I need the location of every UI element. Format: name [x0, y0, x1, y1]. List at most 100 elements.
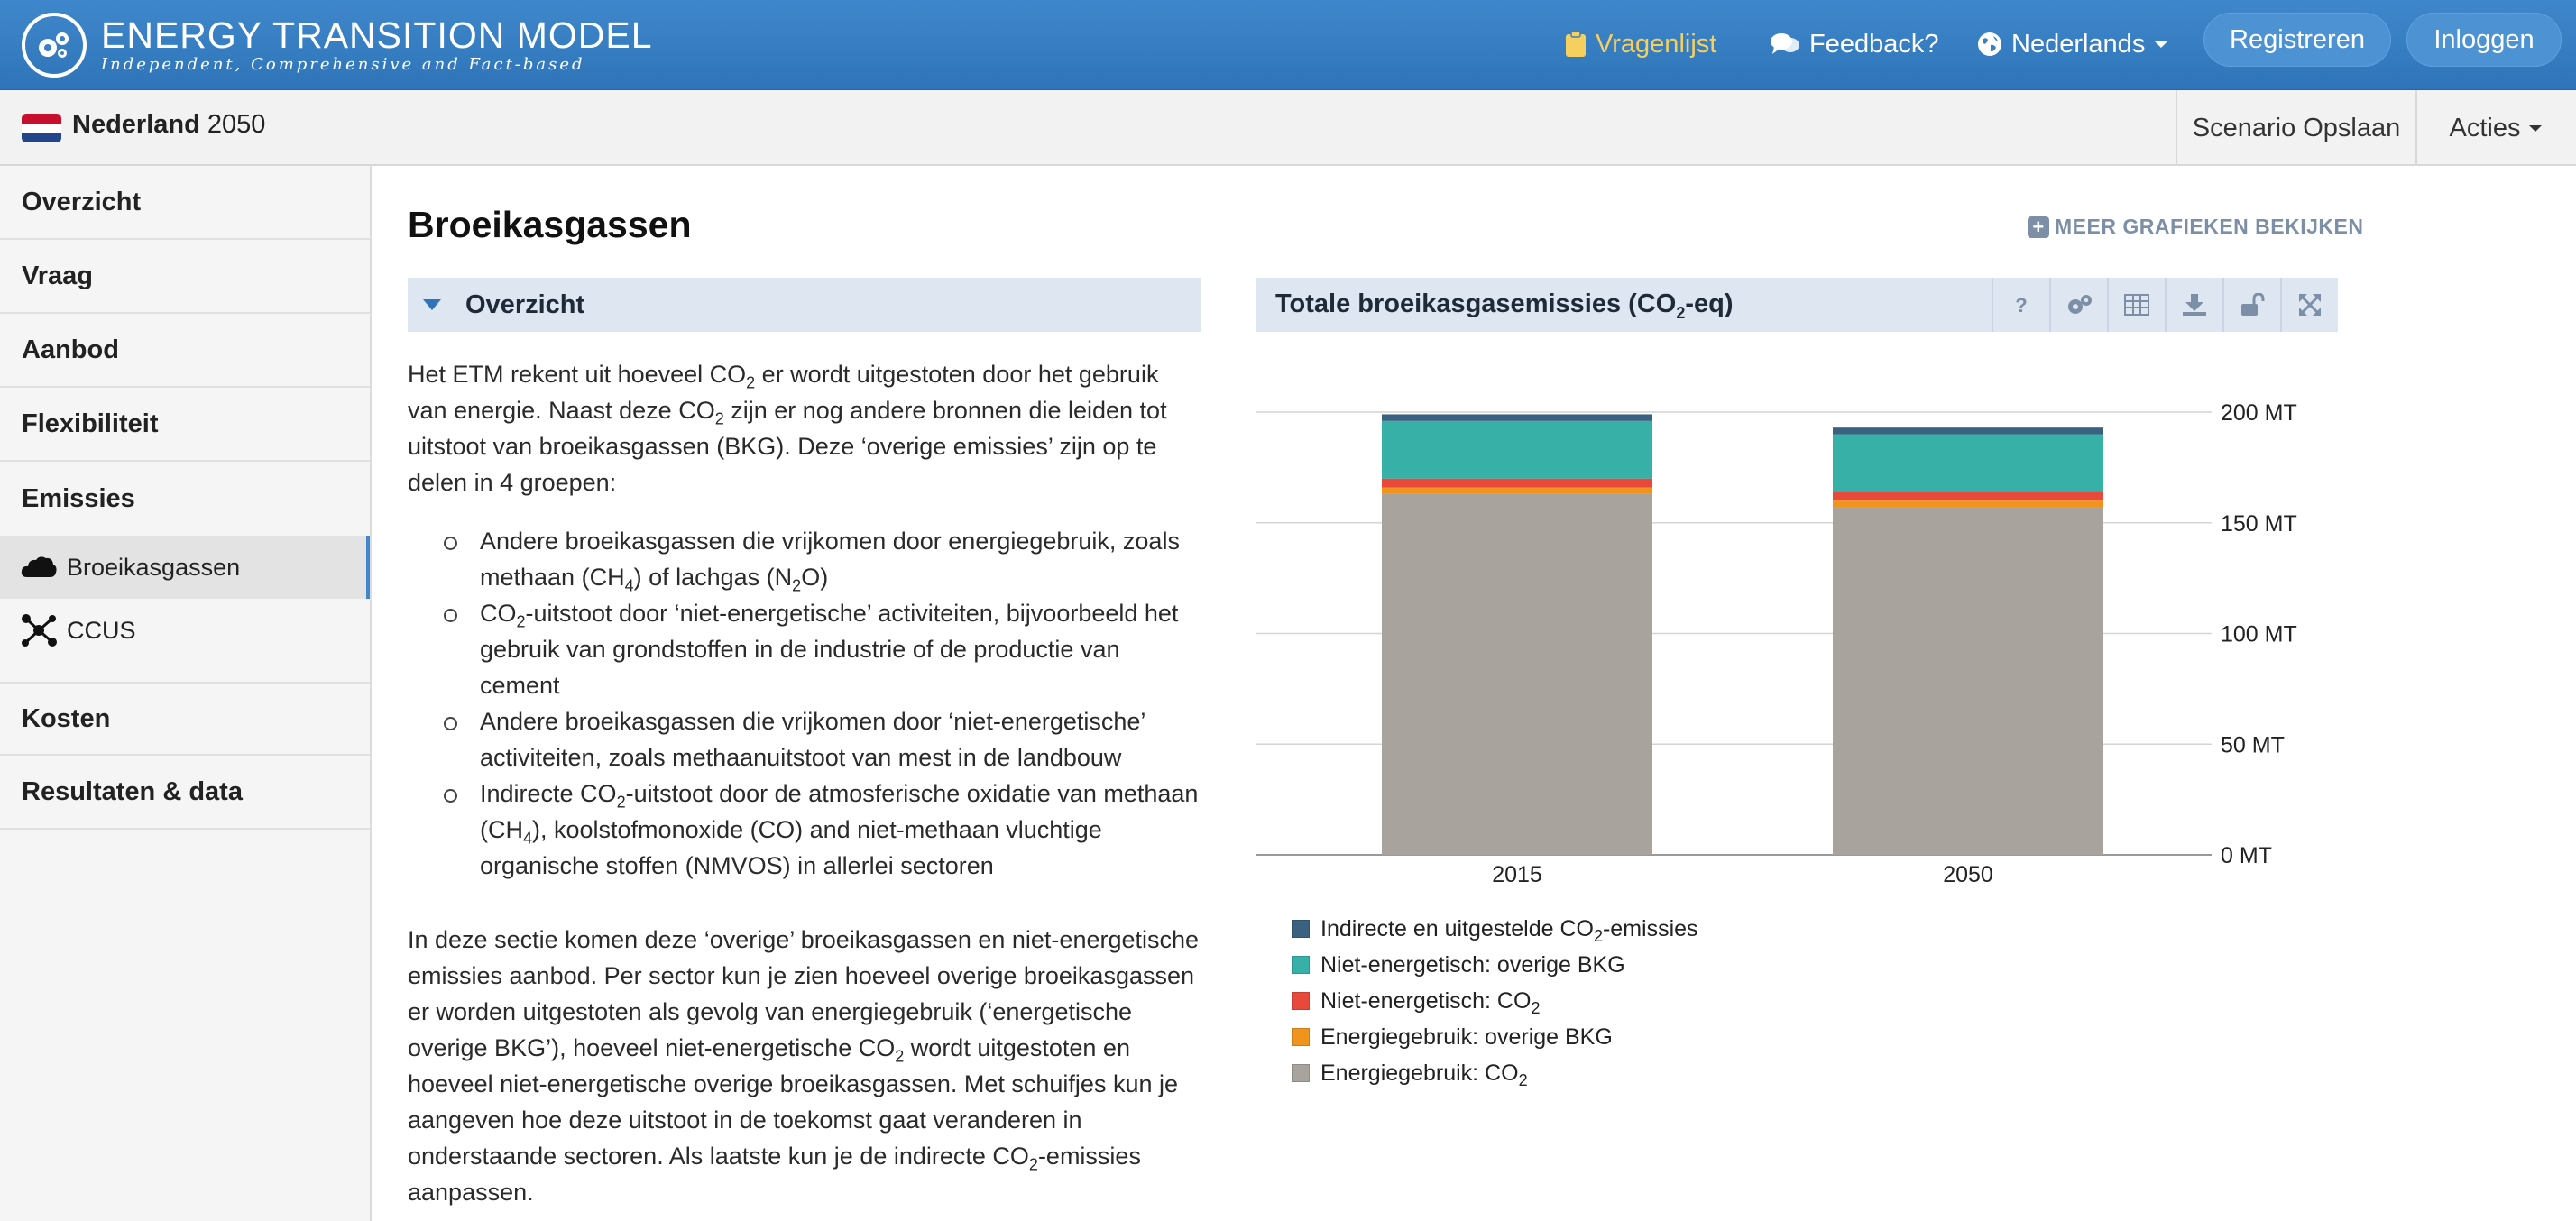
language-dropdown[interactable]: Nederlands: [1977, 20, 2170, 69]
x-tick-label: 2015: [1492, 862, 1542, 887]
legend-label: Energiegebruik: CO2: [1320, 1060, 1528, 1089]
y-tick-label: 200 MT: [2221, 400, 2297, 426]
bar-segment: [1382, 420, 1652, 479]
scenario-country: Nederland: [72, 110, 200, 139]
closing-paragraph: In deze sectie komen deze ‘overige’ broe…: [408, 926, 1200, 1206]
sidebar-subitem-label: Broeikasgassen: [67, 553, 241, 581]
bar-segment: [1382, 487, 1652, 494]
comments-icon: [1771, 33, 1799, 54]
legend-item[interactable]: Niet-energetisch: CO2: [1292, 983, 1698, 1019]
x-tick-label: 2050: [1943, 862, 1993, 887]
sidebar-item-emissies[interactable]: Emissies: [0, 462, 370, 536]
triangle-down-icon: [423, 299, 441, 310]
fullscreen-button[interactable]: [2280, 278, 2338, 332]
clipboard-icon: [1566, 31, 1586, 57]
list-item: Andere broeikasgassen die vrijkomen door…: [444, 703, 1201, 776]
legend-label: Niet-energetisch: CO2: [1320, 987, 1541, 1017]
bar-segment: [1833, 434, 2103, 492]
actions-label: Acties: [2449, 113, 2521, 142]
fullscreen-icon: [2299, 294, 2321, 316]
legend-swatch: [1292, 992, 1310, 1010]
intro-paragraph: Het ETM rekent uit hoeveel CO2 er wordt …: [408, 361, 1167, 496]
help-icon: ?: [2015, 294, 2027, 316]
section-toggle-overzicht[interactable]: Overzicht: [408, 278, 1201, 332]
unlock-icon: [2241, 293, 2265, 316]
register-button[interactable]: Registreren: [2203, 13, 2391, 67]
save-scenario-button[interactable]: Scenario Opslaan: [2176, 90, 2415, 166]
download-icon: [2183, 294, 2206, 316]
legend-swatch: [1292, 1064, 1310, 1082]
sidebar-item-vraag[interactable]: Vraag: [0, 240, 370, 314]
more-charts-link[interactable]: + MEER GRAFIEKEN BEKIJKEN: [2028, 215, 2363, 239]
bar-segment: [1833, 500, 2103, 508]
language-label: Nederlands: [2011, 29, 2146, 59]
settings-button[interactable]: [2049, 278, 2107, 332]
legend-swatch: [1292, 920, 1310, 938]
download-button[interactable]: [2165, 278, 2222, 332]
nav-feedback-label: Feedback?: [1809, 29, 1939, 59]
etm-logo[interactable]: ENERGY TRANSITION MODEL Independent, Com…: [22, 7, 653, 83]
settings-icon: [2068, 295, 2092, 314]
legend-item[interactable]: Energiegebruik: overige BKG: [1292, 1019, 1698, 1055]
section-title: Overzicht: [465, 289, 585, 319]
table-icon: [2124, 294, 2149, 316]
top-navbar: ENERGY TRANSITION MODEL Independent, Com…: [0, 0, 2576, 90]
gears-icon: [22, 13, 87, 78]
legend-label: Energiegebruik: overige BKG: [1320, 1024, 1613, 1050]
sidebar-item-overzicht[interactable]: Overzicht: [0, 166, 370, 240]
list-item: Andere broeikasgassen die vrijkomen door…: [444, 523, 1201, 595]
y-tick-label: 100 MT: [2221, 622, 2297, 647]
sidebar-item-kosten[interactable]: Kosten: [0, 682, 370, 756]
molecule-icon: [22, 614, 57, 647]
sidebar-item-aanbod[interactable]: Aanbod: [0, 314, 370, 388]
table-button[interactable]: [2107, 278, 2165, 332]
bar-segment: [1382, 493, 1652, 855]
logo-title: ENERGY TRANSITION MODEL: [101, 14, 653, 56]
page-title: Broeikasgassen: [408, 204, 692, 245]
emissions-bar-chart: 0 MT 50 MT 100 MT 150 MT 200 MT 2015 2050: [1256, 400, 2297, 887]
bar-segment: [1833, 427, 2103, 435]
scenario-title: Nederland 2050: [72, 110, 265, 140]
caret-down-icon: [2154, 41, 2169, 48]
chart-title: Totale broeikasgasemissies (CO2-eq): [1275, 289, 1734, 322]
help-button[interactable]: ?: [1992, 278, 2049, 332]
nav-vragenlijst-label: Vragenlijst: [1596, 29, 1717, 59]
y-tick-label: 0 MT: [2221, 843, 2272, 868]
chart-legend: Indirecte en uitgestelde CO2-emissies Nie…: [1292, 911, 1698, 1091]
legend-label: Indirecte en uitgestelde CO2-emissies: [1320, 915, 1698, 945]
more-charts-label: MEER GRAFIEKEN BEKIJKEN: [2055, 215, 2364, 238]
plus-icon: +: [2028, 216, 2049, 238]
nav-feedback[interactable]: Feedback?: [1770, 20, 1939, 69]
list-item: Indirecte CO2-uitstoot door de atmosferi…: [444, 776, 1201, 884]
cloud-icon: [21, 556, 57, 577]
sidebar-item-resultaten[interactable]: Resultaten & data: [0, 756, 370, 830]
caret-down-icon: [2529, 125, 2543, 132]
legend-item[interactable]: Energiegebruik: CO2: [1292, 1055, 1698, 1091]
y-tick-label: 150 MT: [2221, 511, 2297, 537]
unlock-button[interactable]: [2222, 278, 2280, 332]
legend-item[interactable]: Indirecte en uitgestelde CO2-emissies: [1292, 911, 1698, 947]
legend-swatch: [1292, 956, 1310, 974]
sidebar-subitem-broeikasgassen[interactable]: Broeikasgassen: [0, 536, 370, 599]
y-tick-label: 50 MT: [2221, 732, 2285, 757]
sidebar-subitem-ccus[interactable]: CCUS: [0, 599, 370, 662]
bar-segment: [1382, 478, 1652, 488]
list-item: CO2-uitstoot door ‘niet-energetische’ ac…: [444, 595, 1201, 703]
bar-segment: [1833, 491, 2103, 501]
logo-subtitle: Independent, Comprehensive and Fact-base…: [101, 55, 585, 74]
globe-icon: [1978, 32, 2001, 56]
legend-label: Niet-energetisch: overige BKG: [1320, 951, 1625, 978]
nav-vragenlijst[interactable]: Vragenlijst: [1565, 20, 1716, 69]
login-button[interactable]: Inloggen: [2406, 13, 2562, 67]
svg-text:?: ?: [2015, 294, 2027, 316]
legend-swatch: [1292, 1028, 1310, 1046]
emission-groups-list: Andere broeikasgassen die vrijkomen door…: [444, 523, 1201, 884]
netherlands-flag-icon: [22, 114, 61, 142]
bar-segment: [1382, 414, 1652, 421]
sidebar-subitem-label: CCUS: [67, 616, 136, 644]
chart-header: Totale broeikasgasemissies (CO2-eq) ?: [1256, 278, 2338, 332]
actions-dropdown[interactable]: Acties: [2415, 90, 2576, 166]
legend-item[interactable]: Niet-energetisch: overige BKG: [1292, 947, 1698, 983]
bar-segment: [1833, 507, 2103, 855]
sidebar-item-flexibiliteit[interactable]: Flexibiliteit: [0, 388, 370, 462]
